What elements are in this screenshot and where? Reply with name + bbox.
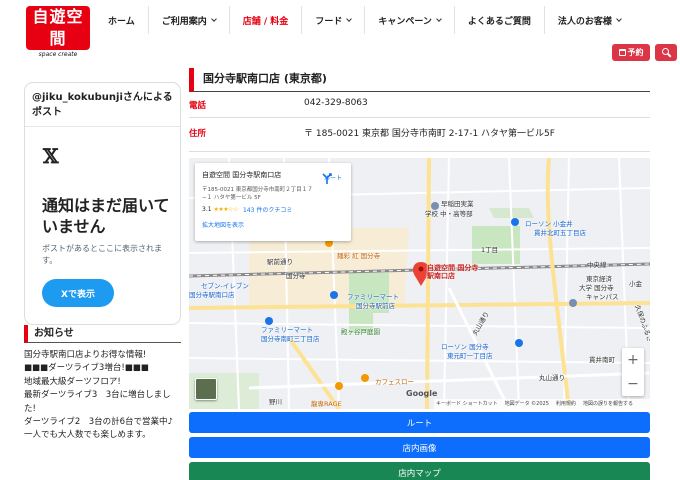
address-row: 住所 〒 185-0021 東京都 国分寺市南町 2-17-1 ハタヤ第一ビル5… — [189, 120, 650, 152]
store-title: 国分寺駅南口店 (東京都) — [189, 68, 650, 92]
floor-map-button[interactable]: 店内マップ — [189, 462, 650, 480]
map-label: 野川 — [269, 398, 282, 406]
report-error-link[interactable]: 地図の誤りを報告する — [583, 399, 633, 409]
search-button[interactable] — [655, 44, 677, 61]
map-label: 東元町一丁目店 — [447, 352, 493, 360]
news-line: 国分寺駅南口店よりお得な情報! — [24, 350, 147, 360]
view-on-x-button[interactable]: Xで表示 — [42, 279, 114, 307]
map-label: 1丁目 — [481, 246, 499, 254]
map-label: 貫井北町五丁目店 — [534, 229, 586, 237]
address-value: 〒 185-0021 東京都 国分寺市南町 2-17-1 ハタヤ第一ビル5F — [304, 129, 555, 139]
map-label: 国分寺南町三丁目店 — [261, 335, 320, 343]
map-label: 麺彩 紅 国分寺 — [337, 252, 381, 260]
address-label: 住所 — [189, 129, 207, 139]
chevron-down-icon — [616, 15, 622, 22]
map-zoom-controls: + − — [622, 348, 644, 396]
news-line: ダーツライブ2 3台の計6台で営業中♪ — [24, 417, 173, 428]
map-label: 国分寺駅前店 — [356, 302, 395, 310]
nav-label: よくあるご質問 — [467, 16, 531, 27]
map-label: 中央線 — [587, 261, 607, 269]
map-label: 早稲田実業 — [441, 200, 474, 208]
x-empty-headline: 通知はまだ届いていません — [42, 196, 170, 236]
map-label: 小金 — [629, 280, 642, 288]
calendar-icon — [618, 49, 626, 56]
store-map[interactable]: 自遊空間 国分寺駅南口店 〒185-0021 東京都国分寺市南町２丁目１７−１ … — [189, 158, 650, 409]
nav-item-faq[interactable]: よくあるご質問 — [455, 6, 545, 34]
map-label: 駅前通り — [267, 258, 293, 266]
reviews-link[interactable]: 143 件のクチコミ — [243, 205, 292, 214]
nav-label: 店舗 / 料金 — [242, 16, 289, 27]
reserve-button[interactable]: 予約 — [612, 44, 650, 61]
news-line: ■■■ダーツライブ3増台!■■■ — [24, 363, 149, 374]
route-button[interactable]: ルート — [189, 412, 650, 433]
nav-label: 法人のお客様 — [557, 16, 612, 27]
site-logo[interactable]: 自遊空間 space create — [26, 6, 90, 58]
logo-text: 自遊空間 — [26, 6, 90, 50]
nav-label: フード — [315, 16, 343, 27]
map-label: カフェスロー — [375, 378, 414, 386]
map-place-name: 自遊空間 国分寺駅南口店 — [202, 171, 282, 179]
nav-label: キャンペーン — [378, 16, 432, 27]
logo-subtext: space create — [38, 51, 78, 58]
map-label: キャンパス — [586, 293, 619, 301]
nav-item-corporate[interactable]: 法人のお客様 — [545, 6, 634, 34]
enlarge-map-link[interactable]: 拡大地図を表示 — [202, 220, 344, 229]
map-attribution: キーボード ショートカット 地図データ ©2025 利用規約 地図の誤りを報告す… — [434, 399, 650, 409]
zoom-in-button[interactable]: + — [622, 348, 644, 372]
phone-label: 電話 — [189, 101, 207, 111]
map-label: 丸山通り — [539, 374, 565, 382]
news-line: 最新ダーツライブ3 3台に増台しました! — [24, 390, 171, 414]
nav-item-campaign[interactable]: キャンペーン — [365, 6, 455, 34]
zoom-out-button[interactable]: − — [622, 372, 644, 396]
nav-item-home[interactable]: ホーム — [95, 6, 149, 34]
phone-row: 電話 042-329-8063 — [189, 92, 650, 118]
nav-label: ご利用案内 — [161, 16, 207, 27]
star-rating-icon: ★★★☆☆ — [213, 206, 239, 213]
chevron-down-icon — [210, 15, 217, 22]
map-layer-toggle[interactable] — [195, 378, 217, 400]
search-icon — [661, 48, 671, 57]
map-label: 国分寺駅南口店 — [189, 291, 235, 299]
map-pin-label[interactable]: 自遊空間 国分寺 駅南口店 — [427, 264, 478, 280]
x-timeline-embed: @jiku_kokubunjiさんによるポスト 𝕏 通知はまだ届いていません ポ… — [24, 82, 181, 325]
directions-icon — [322, 173, 332, 184]
map-data-text: 地図データ ©2025 — [504, 401, 549, 407]
x-logo-icon: 𝕏 — [43, 144, 59, 168]
map-label: 貫井南町 — [589, 356, 615, 364]
x-empty-subtext: ポストがあるとここに表示されます。 — [42, 244, 162, 265]
chevron-down-icon — [346, 15, 353, 22]
reserve-label: 予約 — [627, 48, 644, 57]
nav-item-guide[interactable]: ご利用案内 — [149, 6, 230, 34]
news-line: 一人でも大人数でも楽しめます。 — [24, 430, 151, 441]
nav-label: ホーム — [108, 16, 135, 27]
map-route-button[interactable]: ルート — [321, 173, 345, 184]
map-label: 国分寺 — [286, 272, 306, 280]
map-place-address: 〒185-0021 東京都国分寺市南町２丁目１７−１ ハタヤ第一ビル 5F — [202, 187, 313, 201]
map-label: 殿ヶ谷戸庭園 — [341, 328, 380, 336]
google-logo: Google — [406, 389, 438, 398]
nav-item-food[interactable]: フード — [302, 6, 366, 34]
rating-value: 3.1 — [202, 206, 212, 213]
map-place-rating: 3.1 ★★★☆☆ 143 件のクチコミ — [202, 205, 344, 214]
news-body: 国分寺駅南口店よりお得な情報! ■■■ダーツライブ3増台!■■■ 地域最大級ダー… — [24, 349, 181, 443]
store-photos-button[interactable]: 店内画像 — [189, 437, 650, 458]
news-line: 地域最大級ダーツフロア! — [24, 376, 121, 387]
keyboard-shortcuts-link[interactable]: キーボード ショートカット — [436, 399, 498, 409]
phone-value[interactable]: 042-329-8063 — [304, 98, 368, 108]
map-label: 学校 中・高等部 — [425, 210, 473, 218]
map-label: 龍専RAGE — [311, 400, 342, 408]
chevron-down-icon — [436, 15, 442, 22]
nav-item-stores[interactable]: 店舗 / 料金 — [230, 6, 303, 34]
main-nav: ホーム ご利用案内 店舗 / 料金 フード キャンペーン よくあるご質問 法人の… — [95, 6, 634, 34]
news-heading: お知らせ — [24, 325, 181, 343]
map-place-card: 自遊空間 国分寺駅南口店 〒185-0021 東京都国分寺市南町２丁目１７−１ … — [195, 163, 351, 241]
x-embed-title[interactable]: @jiku_kokubunjiさんによるポスト — [25, 83, 180, 127]
terms-link[interactable]: 利用規約 — [556, 399, 576, 409]
